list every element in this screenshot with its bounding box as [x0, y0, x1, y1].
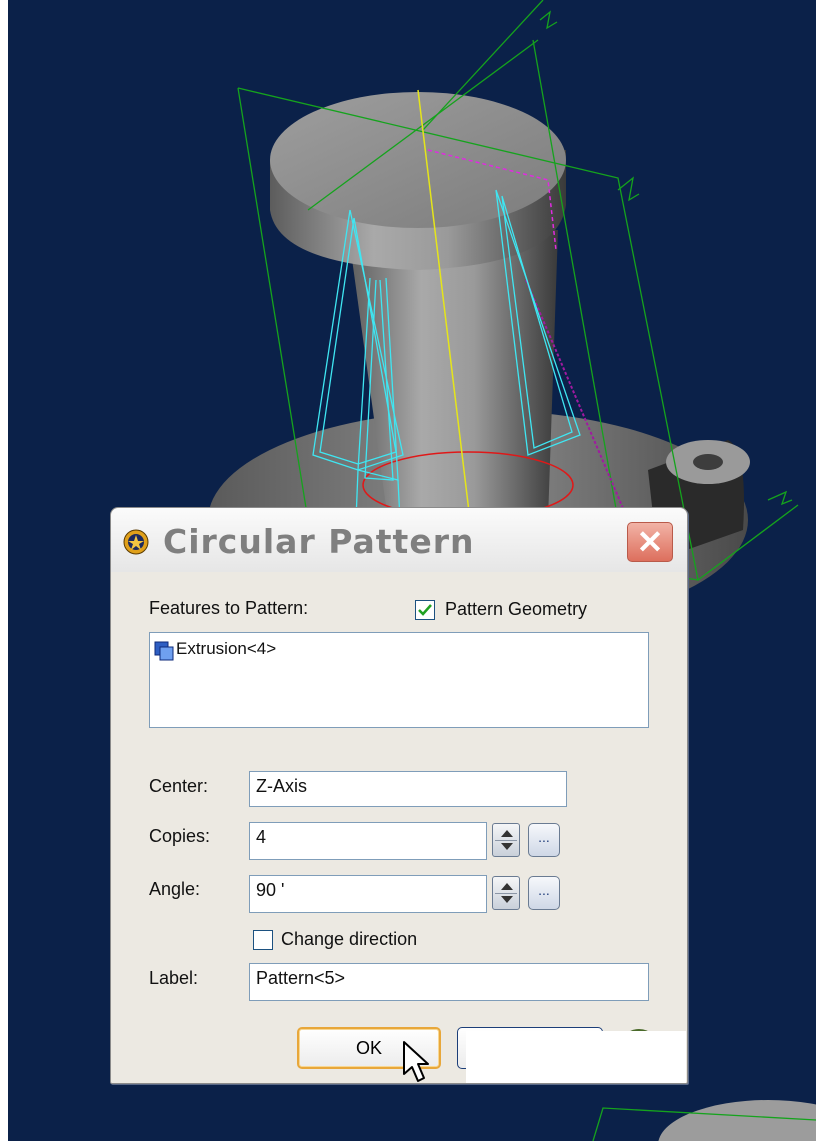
ok-button-label: OK — [355, 1038, 382, 1058]
dialog-title: Circular Pattern — [163, 522, 475, 561]
features-list[interactable]: Extrusion<4> — [149, 632, 649, 728]
base-lug-hole — [693, 454, 723, 470]
copies-label: Copies: — [149, 826, 211, 846]
label-field[interactable]: Pattern<5> — [249, 963, 649, 1001]
label-label: Label: — [149, 968, 199, 988]
extrusion-icon — [154, 641, 174, 661]
lower-part-fragment — [658, 1100, 816, 1141]
checkmark-icon — [418, 604, 432, 616]
stepper-divider — [495, 840, 517, 841]
copies-stepper[interactable] — [492, 823, 520, 857]
change-direction-checkbox[interactable] — [253, 930, 273, 950]
dialog-title-bar[interactable]: Circular Pattern ✕ — [111, 508, 687, 572]
features-to-pattern-label: Features to Pattern: — [149, 598, 309, 618]
close-button[interactable]: ✕ — [627, 522, 673, 562]
top-cap-face — [270, 92, 566, 228]
increment-icon[interactable] — [501, 830, 513, 837]
angle-label: Angle: — [149, 879, 201, 899]
pattern-geometry-label: Pattern Geometry — [445, 599, 588, 619]
pattern-geometry-checkbox[interactable] — [415, 600, 435, 620]
copies-field[interactable]: 4 — [249, 822, 487, 860]
circular-pattern-dialog[interactable]: Circular Pattern ✕ Features to Pattern: … — [110, 507, 688, 1084]
angle-field[interactable]: 90 ' — [249, 875, 487, 913]
occlusion-patch — [466, 1031, 686, 1083]
stepper-divider — [495, 893, 517, 894]
angle-more-button[interactable]: ... — [528, 876, 560, 910]
change-direction-label: Change direction — [281, 929, 418, 949]
mouse-cursor-icon — [403, 1041, 429, 1082]
app-logo-icon — [123, 529, 149, 555]
center-label: Center: — [149, 776, 209, 796]
plane-marker-c — [767, 490, 793, 506]
plane-marker-a — [539, 10, 558, 30]
decrement-icon[interactable] — [501, 843, 513, 850]
decrement-icon[interactable] — [501, 896, 513, 903]
feature-item-label: Extrusion<4> — [176, 639, 277, 658]
center-field[interactable]: Z-Axis — [249, 771, 567, 807]
close-icon: ✕ — [636, 524, 664, 560]
angle-stepper[interactable] — [492, 876, 520, 910]
increment-icon[interactable] — [501, 883, 513, 890]
copies-more-button[interactable]: ... — [528, 823, 560, 857]
